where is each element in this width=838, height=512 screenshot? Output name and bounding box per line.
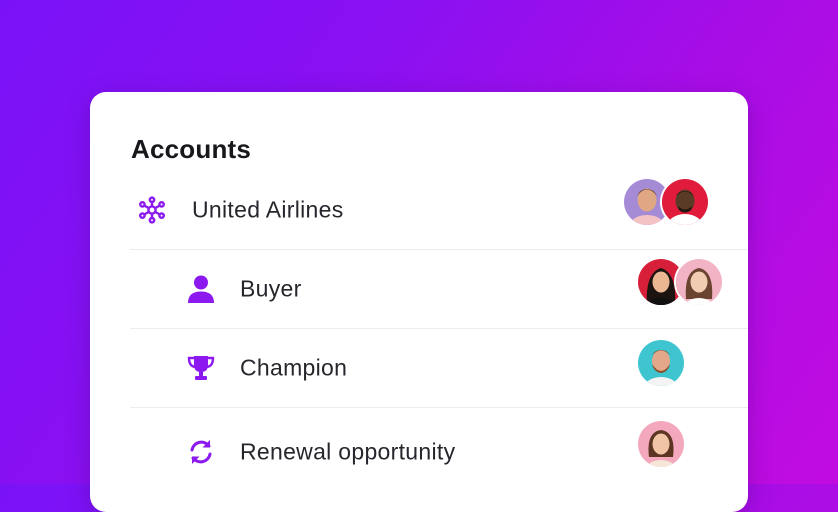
avatar-group — [638, 340, 684, 386]
avatar[interactable] — [662, 179, 708, 225]
person-icon — [186, 274, 216, 304]
refresh-icon — [186, 437, 216, 467]
avatar[interactable] — [638, 340, 684, 386]
avatar[interactable] — [676, 259, 722, 305]
avatar-group — [638, 259, 724, 305]
account-row-buyer[interactable]: Buyer — [130, 250, 748, 329]
card-title: Accounts — [131, 134, 252, 164]
network-hub-icon — [137, 195, 167, 225]
row-label-champion: Champion — [240, 354, 348, 381]
account-row-united-airlines[interactable]: United Airlines — [130, 171, 748, 250]
row-label-buyer: Buyer — [240, 275, 302, 302]
avatar[interactable] — [638, 421, 684, 467]
account-row-renewal-opportunity[interactable]: Renewal opportunity — [130, 408, 748, 512]
account-row-champion[interactable]: Champion — [130, 329, 748, 408]
row-label-renewal-opportunity: Renewal opportunity — [240, 438, 456, 465]
trophy-icon — [186, 353, 216, 383]
avatar-group — [638, 421, 684, 467]
avatar-group — [624, 179, 710, 225]
row-label-united-airlines: United Airlines — [192, 196, 344, 223]
accounts-card: Accounts United Airlines Buyer Champion … — [90, 92, 748, 512]
